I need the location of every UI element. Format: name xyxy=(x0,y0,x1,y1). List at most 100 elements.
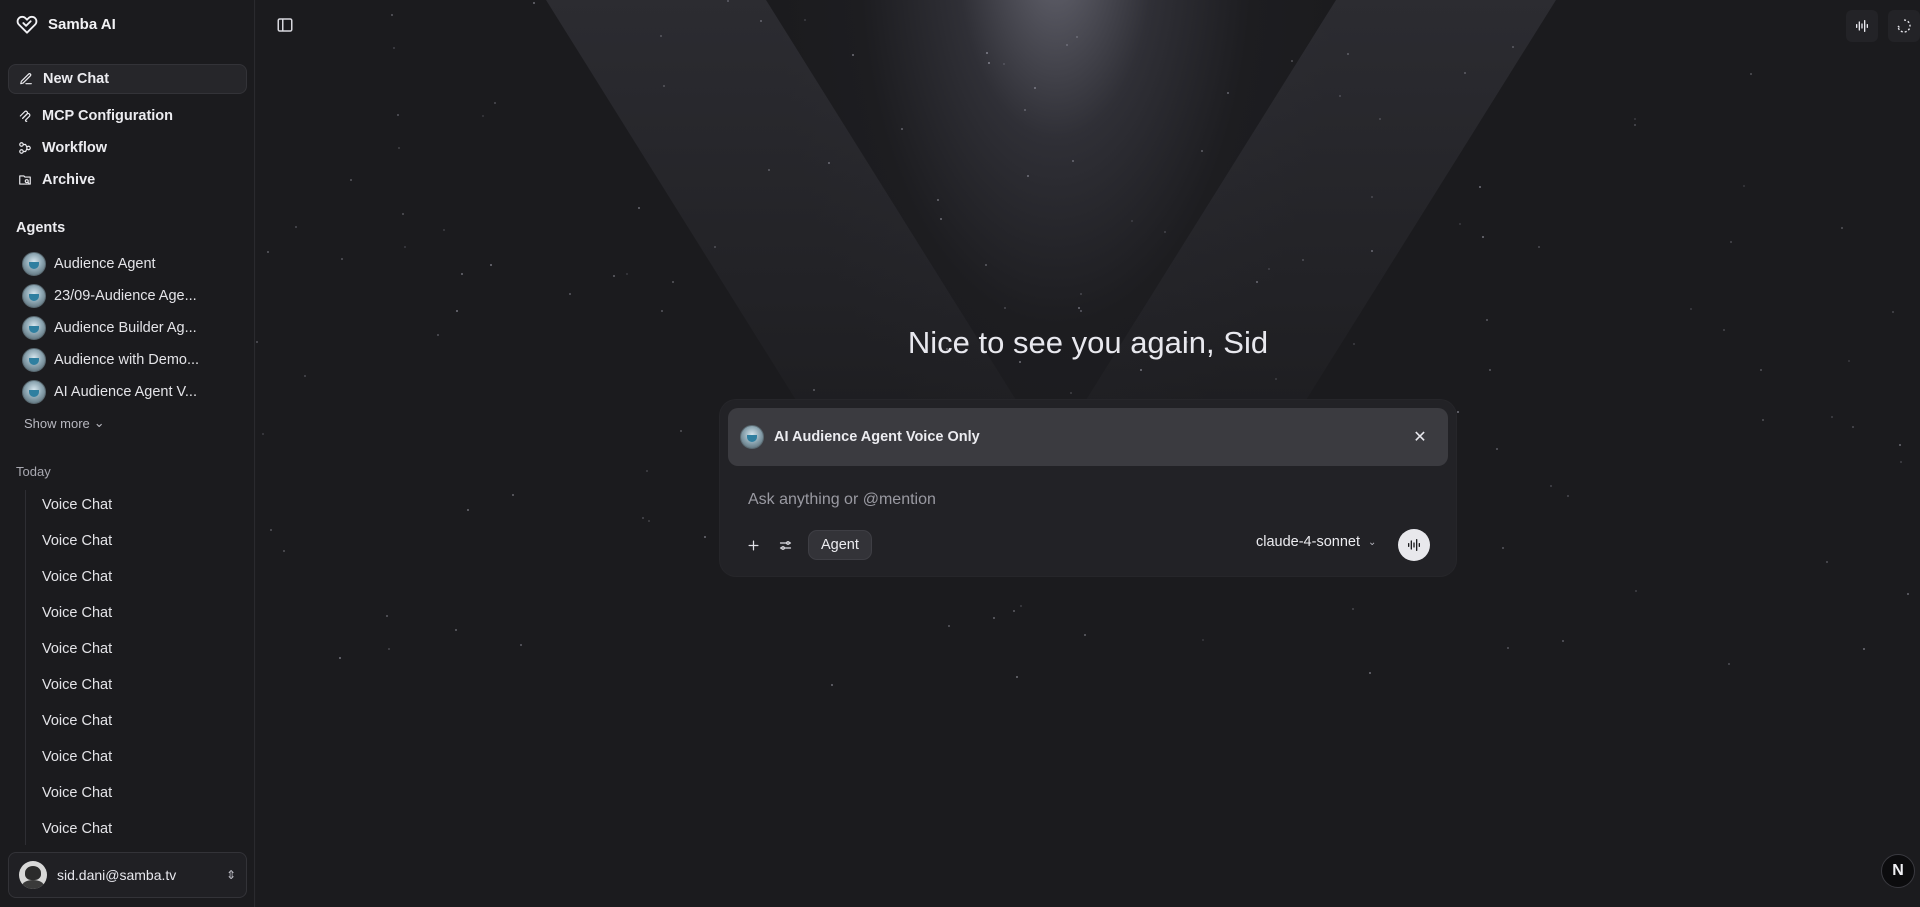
agent-item-label: 23/09-Audience Age... xyxy=(54,288,197,304)
tools-settings-button[interactable] xyxy=(772,532,798,558)
star xyxy=(648,520,650,522)
star xyxy=(455,629,457,631)
star xyxy=(1019,361,1021,363)
star xyxy=(1275,378,1277,380)
star xyxy=(1538,246,1540,248)
star xyxy=(1635,590,1637,592)
star xyxy=(1728,663,1730,665)
sidebar: Samba AI New Chat MCP Configuration Work… xyxy=(0,0,255,907)
star xyxy=(1302,259,1304,261)
star xyxy=(1852,426,1854,428)
agent-item[interactable]: AI Audience Agent V... xyxy=(22,379,242,405)
brand[interactable]: Samba AI xyxy=(16,12,116,36)
star xyxy=(1634,124,1636,126)
star xyxy=(646,470,648,472)
history-item[interactable]: Voice Chat xyxy=(42,605,112,621)
star xyxy=(1760,369,1762,371)
sidebar-toggle-icon[interactable] xyxy=(276,16,294,34)
history-item[interactable]: Voice Chat xyxy=(42,533,112,549)
star xyxy=(1201,150,1203,152)
history-divider xyxy=(25,490,26,845)
star xyxy=(985,264,987,266)
star xyxy=(638,207,640,209)
star xyxy=(642,517,644,519)
user-menu-button[interactable]: sid.dani@samba.tv ⇕ xyxy=(8,852,247,898)
star xyxy=(1730,241,1732,243)
star xyxy=(1078,307,1080,309)
agent-mode-pill[interactable]: Agent xyxy=(808,530,872,560)
star xyxy=(339,657,341,659)
close-icon[interactable]: ✕ xyxy=(1406,423,1434,451)
star xyxy=(1762,419,1764,421)
model-selector-label: claude-4-sonnet xyxy=(1256,534,1360,550)
star xyxy=(660,35,662,37)
add-attachment-button[interactable] xyxy=(740,532,766,558)
history-item[interactable]: Voice Chat xyxy=(42,569,112,585)
star xyxy=(1024,109,1026,111)
edit-icon xyxy=(20,73,32,85)
star xyxy=(1634,118,1636,120)
star xyxy=(1464,72,1466,74)
agent-avatar xyxy=(740,425,764,449)
voice-input-button[interactable] xyxy=(1398,529,1430,561)
agent-item[interactable]: Audience Builder Ag... xyxy=(22,315,242,341)
star xyxy=(1486,319,1488,321)
corner-badge[interactable]: N xyxy=(1881,854,1915,888)
agent-item-label: Audience Builder Ag... xyxy=(54,320,197,336)
history-item[interactable]: Voice Chat xyxy=(42,497,112,513)
nav-item-mcp-configuration[interactable]: MCP Configuration xyxy=(8,101,247,131)
star xyxy=(661,310,663,312)
star xyxy=(1004,307,1006,309)
model-selector[interactable]: claude-4-sonnet ⌄ xyxy=(1256,534,1376,550)
agent-item[interactable]: Audience with Demo... xyxy=(22,347,242,373)
star xyxy=(901,128,903,130)
star xyxy=(852,54,854,56)
history-item[interactable]: Voice Chat xyxy=(42,677,112,693)
star xyxy=(1550,485,1552,487)
history-item[interactable]: Voice Chat xyxy=(42,785,112,801)
chat-input[interactable] xyxy=(748,488,1428,512)
star xyxy=(1080,293,1082,295)
star xyxy=(1459,223,1461,225)
agent-item-label: AI Audience Agent V... xyxy=(54,384,197,400)
history-item[interactable]: Voice Chat xyxy=(42,641,112,657)
star xyxy=(304,375,306,377)
star xyxy=(937,199,939,201)
new-chat-button[interactable]: New Chat xyxy=(8,64,247,94)
star xyxy=(402,213,404,215)
mcp-icon xyxy=(19,110,31,122)
history-item[interactable]: Voice Chat xyxy=(42,821,112,837)
star xyxy=(804,19,806,21)
agent-item[interactable]: Audience Agent xyxy=(22,251,242,277)
nav-item-label: Workflow xyxy=(42,140,107,156)
nav-item-workflow[interactable]: Workflow xyxy=(8,133,247,163)
star xyxy=(1202,639,1204,641)
user-email: sid.dani@samba.tv xyxy=(57,867,177,883)
show-more-button[interactable]: Show more ⌄ xyxy=(24,415,105,431)
star xyxy=(1339,95,1341,97)
star xyxy=(831,684,833,686)
heart-check-icon xyxy=(16,15,38,34)
star xyxy=(1027,175,1029,177)
voice-mode-button[interactable] xyxy=(1846,10,1878,42)
star xyxy=(1379,118,1381,120)
history-item[interactable]: Voice Chat xyxy=(42,749,112,765)
nav-item-label: MCP Configuration xyxy=(42,108,174,124)
star xyxy=(1268,268,1270,270)
star xyxy=(1072,160,1074,162)
star xyxy=(1907,593,1909,595)
star xyxy=(1743,185,1745,187)
star xyxy=(1227,92,1229,94)
star xyxy=(613,275,615,277)
star xyxy=(1371,250,1373,252)
star xyxy=(704,536,706,538)
star xyxy=(1369,672,1371,674)
star xyxy=(490,264,492,266)
star xyxy=(397,114,399,116)
nav-item-archive[interactable]: Archive xyxy=(8,165,247,195)
history-item[interactable]: Voice Chat xyxy=(42,713,112,729)
agent-item[interactable]: 23/09-Audience Age... xyxy=(22,283,242,309)
temporary-chat-button[interactable] xyxy=(1888,10,1920,42)
star xyxy=(482,115,484,117)
star xyxy=(768,169,770,171)
